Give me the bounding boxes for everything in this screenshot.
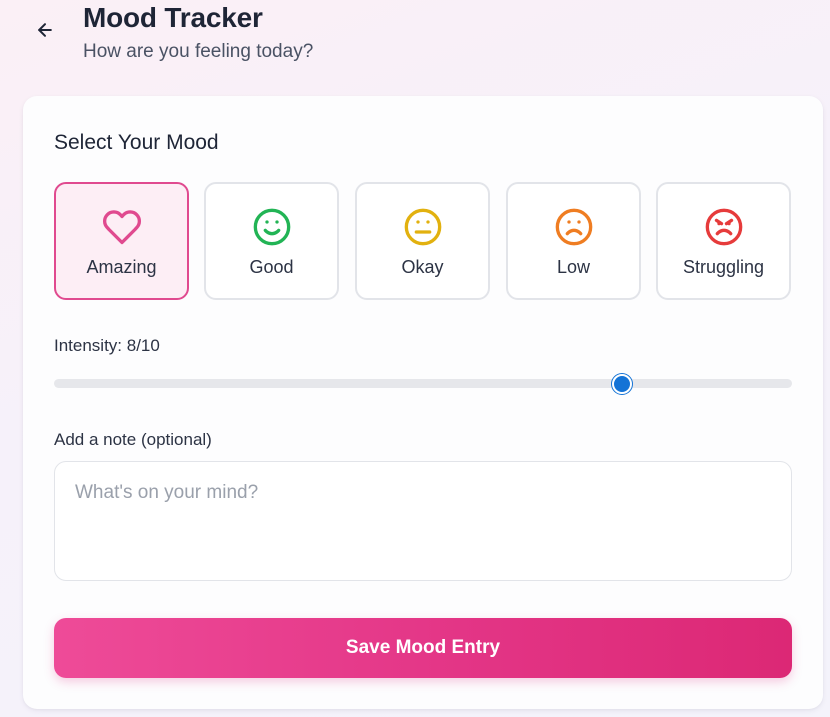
back-button[interactable] <box>30 18 60 46</box>
mood-option-struggling[interactable]: Struggling <box>656 182 791 300</box>
mood-option-amazing[interactable]: Amazing <box>54 182 189 300</box>
mood-card: Select Your Mood Amazing Good Okay Low S… <box>23 96 823 709</box>
mood-option-okay[interactable]: Okay <box>355 182 490 300</box>
intensity-slider-thumb[interactable] <box>612 373 633 394</box>
page-title: Mood Tracker <box>83 2 263 33</box>
frown-icon <box>553 206 595 248</box>
intensity-slider[interactable] <box>54 373 792 394</box>
mood-option-low[interactable]: Low <box>506 182 641 300</box>
mood-label: Good <box>249 257 294 277</box>
page-subtitle: How are you feeling today? <box>83 41 314 62</box>
angry-face-icon <box>703 206 745 248</box>
mood-section-title: Select Your Mood <box>54 131 219 154</box>
mood-options: Amazing Good Okay Low Struggling <box>54 182 792 300</box>
smile-icon <box>251 206 293 248</box>
arrow-left-icon <box>35 20 55 45</box>
mood-option-good[interactable]: Good <box>204 182 339 300</box>
mood-label: Struggling <box>682 257 765 277</box>
heart-icon <box>101 206 143 248</box>
intensity-label: Intensity: 8/10 <box>54 336 160 355</box>
note-label: Add a note (optional) <box>54 430 212 449</box>
save-mood-entry-button[interactable]: Save Mood Entry <box>54 618 792 678</box>
neutral-face-icon <box>402 206 444 248</box>
note-input[interactable] <box>54 461 792 581</box>
mood-label: Okay <box>401 257 444 277</box>
mood-label: Low <box>556 257 591 277</box>
mood-label: Amazing <box>86 257 157 277</box>
